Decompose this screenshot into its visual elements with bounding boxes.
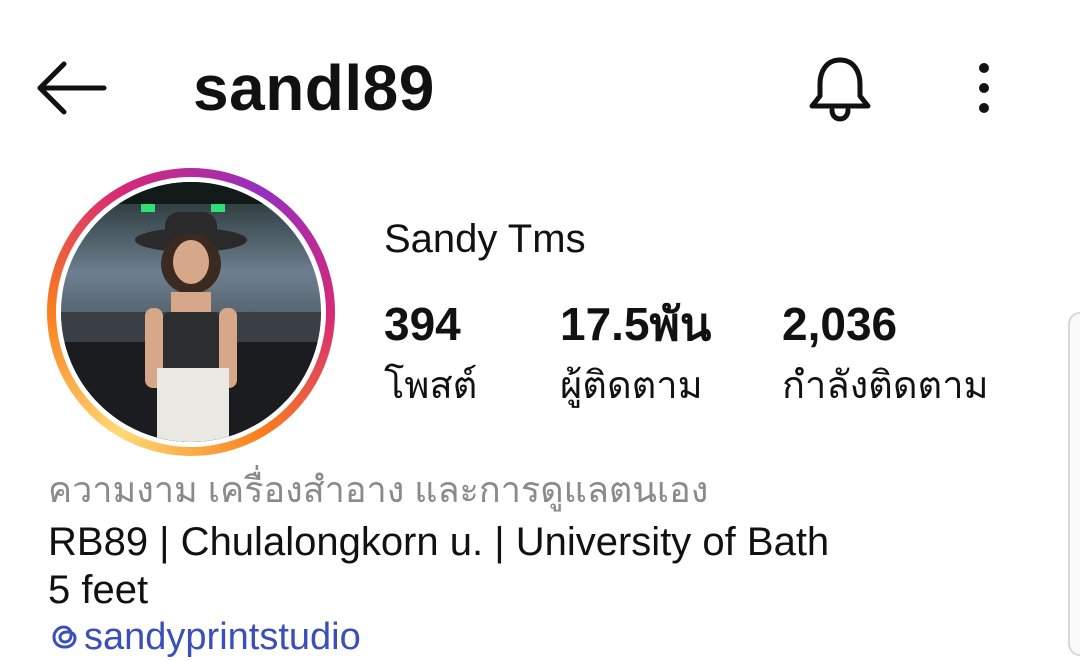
profile-username: sandl89 — [193, 52, 435, 124]
avatar[interactable] — [61, 182, 321, 442]
threads-handle: sandyprintstudio — [84, 616, 361, 658]
notifications-button[interactable] — [804, 52, 876, 124]
posts-count: 394 — [384, 298, 461, 350]
more-vertical-icon — [979, 63, 989, 113]
threads-link[interactable]: sandyprintstudio — [48, 612, 361, 662]
story-ring[interactable] — [47, 168, 335, 456]
bell-icon — [809, 57, 871, 122]
followers-label: ผู้ติดตาม — [560, 365, 703, 407]
following-count: 2,036 — [782, 298, 898, 350]
bio-line-1: RB89 | Chulalongkorn u. | University of … — [48, 520, 830, 564]
threads-icon — [52, 625, 77, 649]
more-options-button[interactable] — [962, 58, 1006, 118]
display-name: Sandy Tms — [384, 217, 586, 261]
bio-line-2: 5 feet — [48, 568, 149, 612]
profile-photo — [61, 182, 321, 442]
followers-count: 17.5พัน — [560, 298, 712, 350]
posts-label: โพสต์ — [384, 365, 478, 407]
followers-stat[interactable]: 17.5พัน ผู้ติดตาม — [560, 296, 711, 414]
back-button[interactable] — [34, 58, 110, 118]
arrow-left-icon — [37, 61, 107, 115]
side-panel-handle[interactable] — [1068, 312, 1080, 656]
following-stat[interactable]: 2,036 กำลังติดตาม — [782, 296, 989, 414]
posts-stat: 394 โพสต์ — [384, 296, 477, 414]
profile-category: ความงาม เครื่องสำอาง และการดูแลตนเอง — [48, 469, 709, 510]
following-label: กำลังติดตาม — [782, 365, 989, 407]
